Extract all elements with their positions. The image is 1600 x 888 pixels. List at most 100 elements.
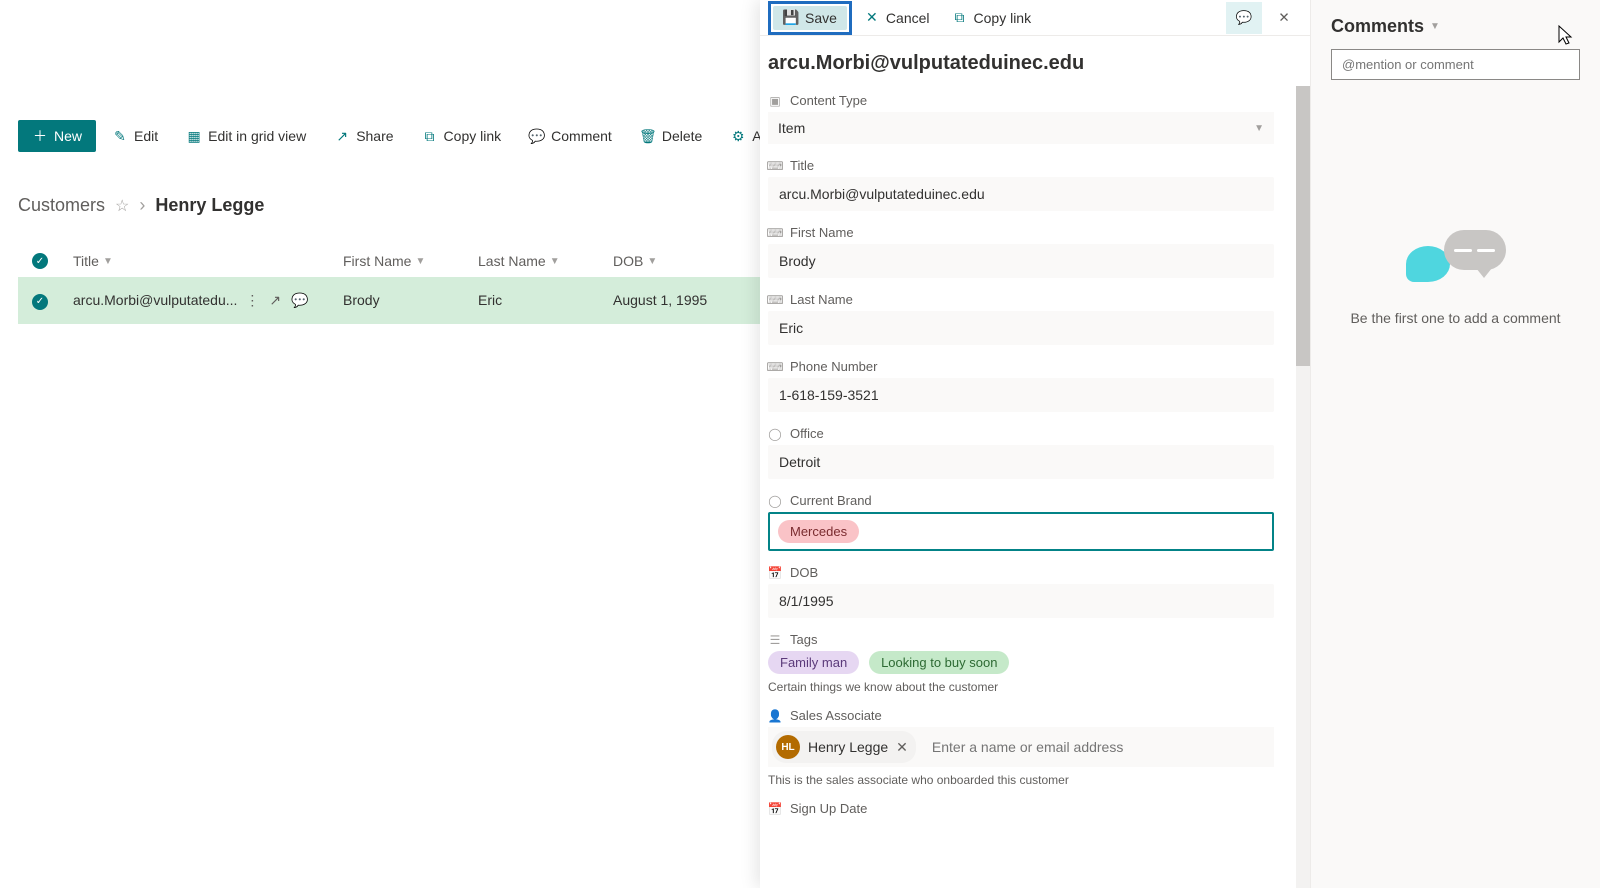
calendar-icon: 📅	[768, 802, 782, 816]
person-icon: 👤	[768, 709, 782, 723]
comment-button[interactable]: 💬 Comment	[517, 120, 624, 152]
row-check-icon[interactable]: ✓	[32, 294, 48, 310]
dob-input[interactable]	[768, 584, 1274, 618]
command-bar: ＋ New ✎ Edit ▦ Edit in grid view ↗ Share…	[18, 120, 881, 152]
field-office: ◯Office	[768, 426, 1274, 479]
pencil-icon: ✎	[112, 128, 128, 144]
col-fn-label: First Name	[343, 253, 411, 269]
text-field-icon: ⌨	[768, 159, 782, 173]
cancel-label: Cancel	[886, 10, 930, 26]
sales-label: Sales Associate	[790, 708, 882, 723]
field-current-brand: ◯Current Brand Mercedes	[768, 493, 1274, 551]
save-label: Save	[805, 10, 837, 26]
share-label: Share	[356, 128, 393, 144]
col-dob[interactable]: DOB ▼	[613, 253, 753, 269]
avatar: HL	[776, 735, 800, 759]
edit-panel: 💾 Save ✕ Cancel ⧉ Copy link 💬 ✕	[760, 0, 1600, 888]
trash-icon: 🗑	[640, 128, 656, 144]
brand-chip[interactable]: Mercedes	[778, 520, 859, 543]
content-type-icon: ▣	[768, 94, 782, 108]
comments-pane: Comments ▼ Be the first one to add a com…	[1310, 0, 1600, 888]
title-input[interactable]	[768, 177, 1274, 211]
lastname-label: Last Name	[790, 292, 853, 307]
current-brand-input[interactable]: Mercedes	[768, 512, 1274, 551]
col-firstname[interactable]: First Name ▼	[343, 253, 478, 269]
text-field-icon: ⌨	[768, 360, 782, 374]
edit-button[interactable]: ✎ Edit	[100, 120, 170, 152]
office-input[interactable]	[768, 445, 1274, 479]
breadcrumb-list[interactable]: Customers	[18, 195, 105, 216]
field-phone: ⌨ Phone Number	[768, 359, 1274, 412]
sales-associate-input[interactable]: HL Henry Legge ✕	[768, 727, 1274, 767]
edit-grid-button[interactable]: ▦ Edit in grid view	[174, 120, 318, 152]
person-pill[interactable]: HL Henry Legge ✕	[772, 731, 916, 763]
save-button[interactable]: 💾 Save	[773, 6, 847, 30]
tags-container[interactable]: Family man Looking to buy soon	[768, 651, 1274, 674]
chevron-down-icon: ▼	[550, 256, 560, 267]
new-button[interactable]: ＋ New	[18, 120, 96, 152]
row-dob: August 1, 1995	[613, 292, 753, 308]
remove-person-icon[interactable]: ✕	[896, 739, 908, 756]
breadcrumb-current: Henry Legge	[155, 195, 264, 216]
comments-title: Comments	[1331, 16, 1424, 37]
edit-grid-label: Edit in grid view	[208, 128, 306, 144]
chevron-right-icon: ›	[139, 195, 145, 216]
col-lastname[interactable]: Last Name ▼	[478, 253, 613, 269]
new-label: New	[54, 128, 82, 144]
col-select[interactable]: ✓	[18, 253, 73, 269]
edit-label: Edit	[134, 128, 158, 144]
tag-chip[interactable]: Family man	[768, 651, 859, 674]
text-field-icon: ⌨	[768, 293, 782, 307]
share-button[interactable]: ↗ Share	[322, 120, 405, 152]
copy-link-label: Copy link	[444, 128, 502, 144]
firstname-input[interactable]	[768, 244, 1274, 278]
tag-icon: ☰	[768, 633, 782, 647]
text-field-icon: ⌨	[768, 226, 782, 240]
col-title-label: Title	[73, 253, 99, 269]
dob-label: DOB	[790, 565, 818, 580]
field-dob: 📅 DOB	[768, 565, 1274, 618]
row-comment-icon[interactable]: 💬	[291, 292, 308, 309]
tags-label: Tags	[790, 632, 817, 647]
scrollbar[interactable]	[1296, 86, 1310, 888]
panel-copy-link-button[interactable]: ⧉ Copy link	[942, 4, 1042, 32]
close-panel-button[interactable]: ✕	[1266, 2, 1302, 34]
field-signup: 📅 Sign Up Date	[768, 801, 1274, 816]
content-type-value: Item	[778, 120, 805, 136]
field-firstname: ⌨First Name	[768, 225, 1274, 278]
save-icon: 💾	[783, 10, 799, 26]
signup-label: Sign Up Date	[790, 801, 867, 816]
check-all-icon[interactable]: ✓	[32, 253, 48, 269]
copy-link-button[interactable]: ⧉ Copy link	[410, 120, 514, 152]
lastname-input[interactable]	[768, 311, 1274, 345]
content-type-select[interactable]: Item ▼	[768, 112, 1274, 144]
cancel-button[interactable]: ✕ Cancel	[854, 4, 940, 32]
sales-help: This is the sales associate who onboarde…	[768, 773, 1274, 787]
calendar-icon: 📅	[768, 566, 782, 580]
col-title[interactable]: Title ▼	[73, 253, 343, 269]
row-share-icon[interactable]: ↗	[269, 292, 281, 309]
star-icon[interactable]: ☆	[115, 196, 129, 216]
phone-label: Phone Number	[790, 359, 877, 374]
content-type-label: Content Type	[790, 93, 867, 108]
grid-icon: ▦	[186, 128, 202, 144]
person-search-input[interactable]	[924, 733, 1270, 761]
comment-label: Comment	[551, 128, 612, 144]
choice-icon: ◯	[768, 494, 782, 508]
choice-icon: ◯	[768, 427, 782, 441]
tag-chip[interactable]: Looking to buy soon	[869, 651, 1009, 674]
comment-input[interactable]	[1331, 49, 1580, 80]
title-field-label: Title	[790, 158, 814, 173]
cancel-icon: ✕	[864, 10, 880, 26]
panel-comments-toggle[interactable]: 💬	[1226, 2, 1262, 34]
row-more-icon[interactable]: ⋮	[245, 292, 259, 309]
save-highlight-box: 💾 Save	[768, 1, 852, 35]
delete-button[interactable]: 🗑 Delete	[628, 120, 714, 152]
tags-help: Certain things we know about the custome…	[768, 680, 1274, 694]
chevron-down-icon: ▼	[103, 256, 113, 267]
delete-label: Delete	[662, 128, 702, 144]
comments-header[interactable]: Comments ▼	[1331, 16, 1580, 37]
phone-input[interactable]	[768, 378, 1274, 412]
field-lastname: ⌨ Last Name	[768, 292, 1274, 345]
empty-comments-graphic	[1406, 230, 1506, 290]
